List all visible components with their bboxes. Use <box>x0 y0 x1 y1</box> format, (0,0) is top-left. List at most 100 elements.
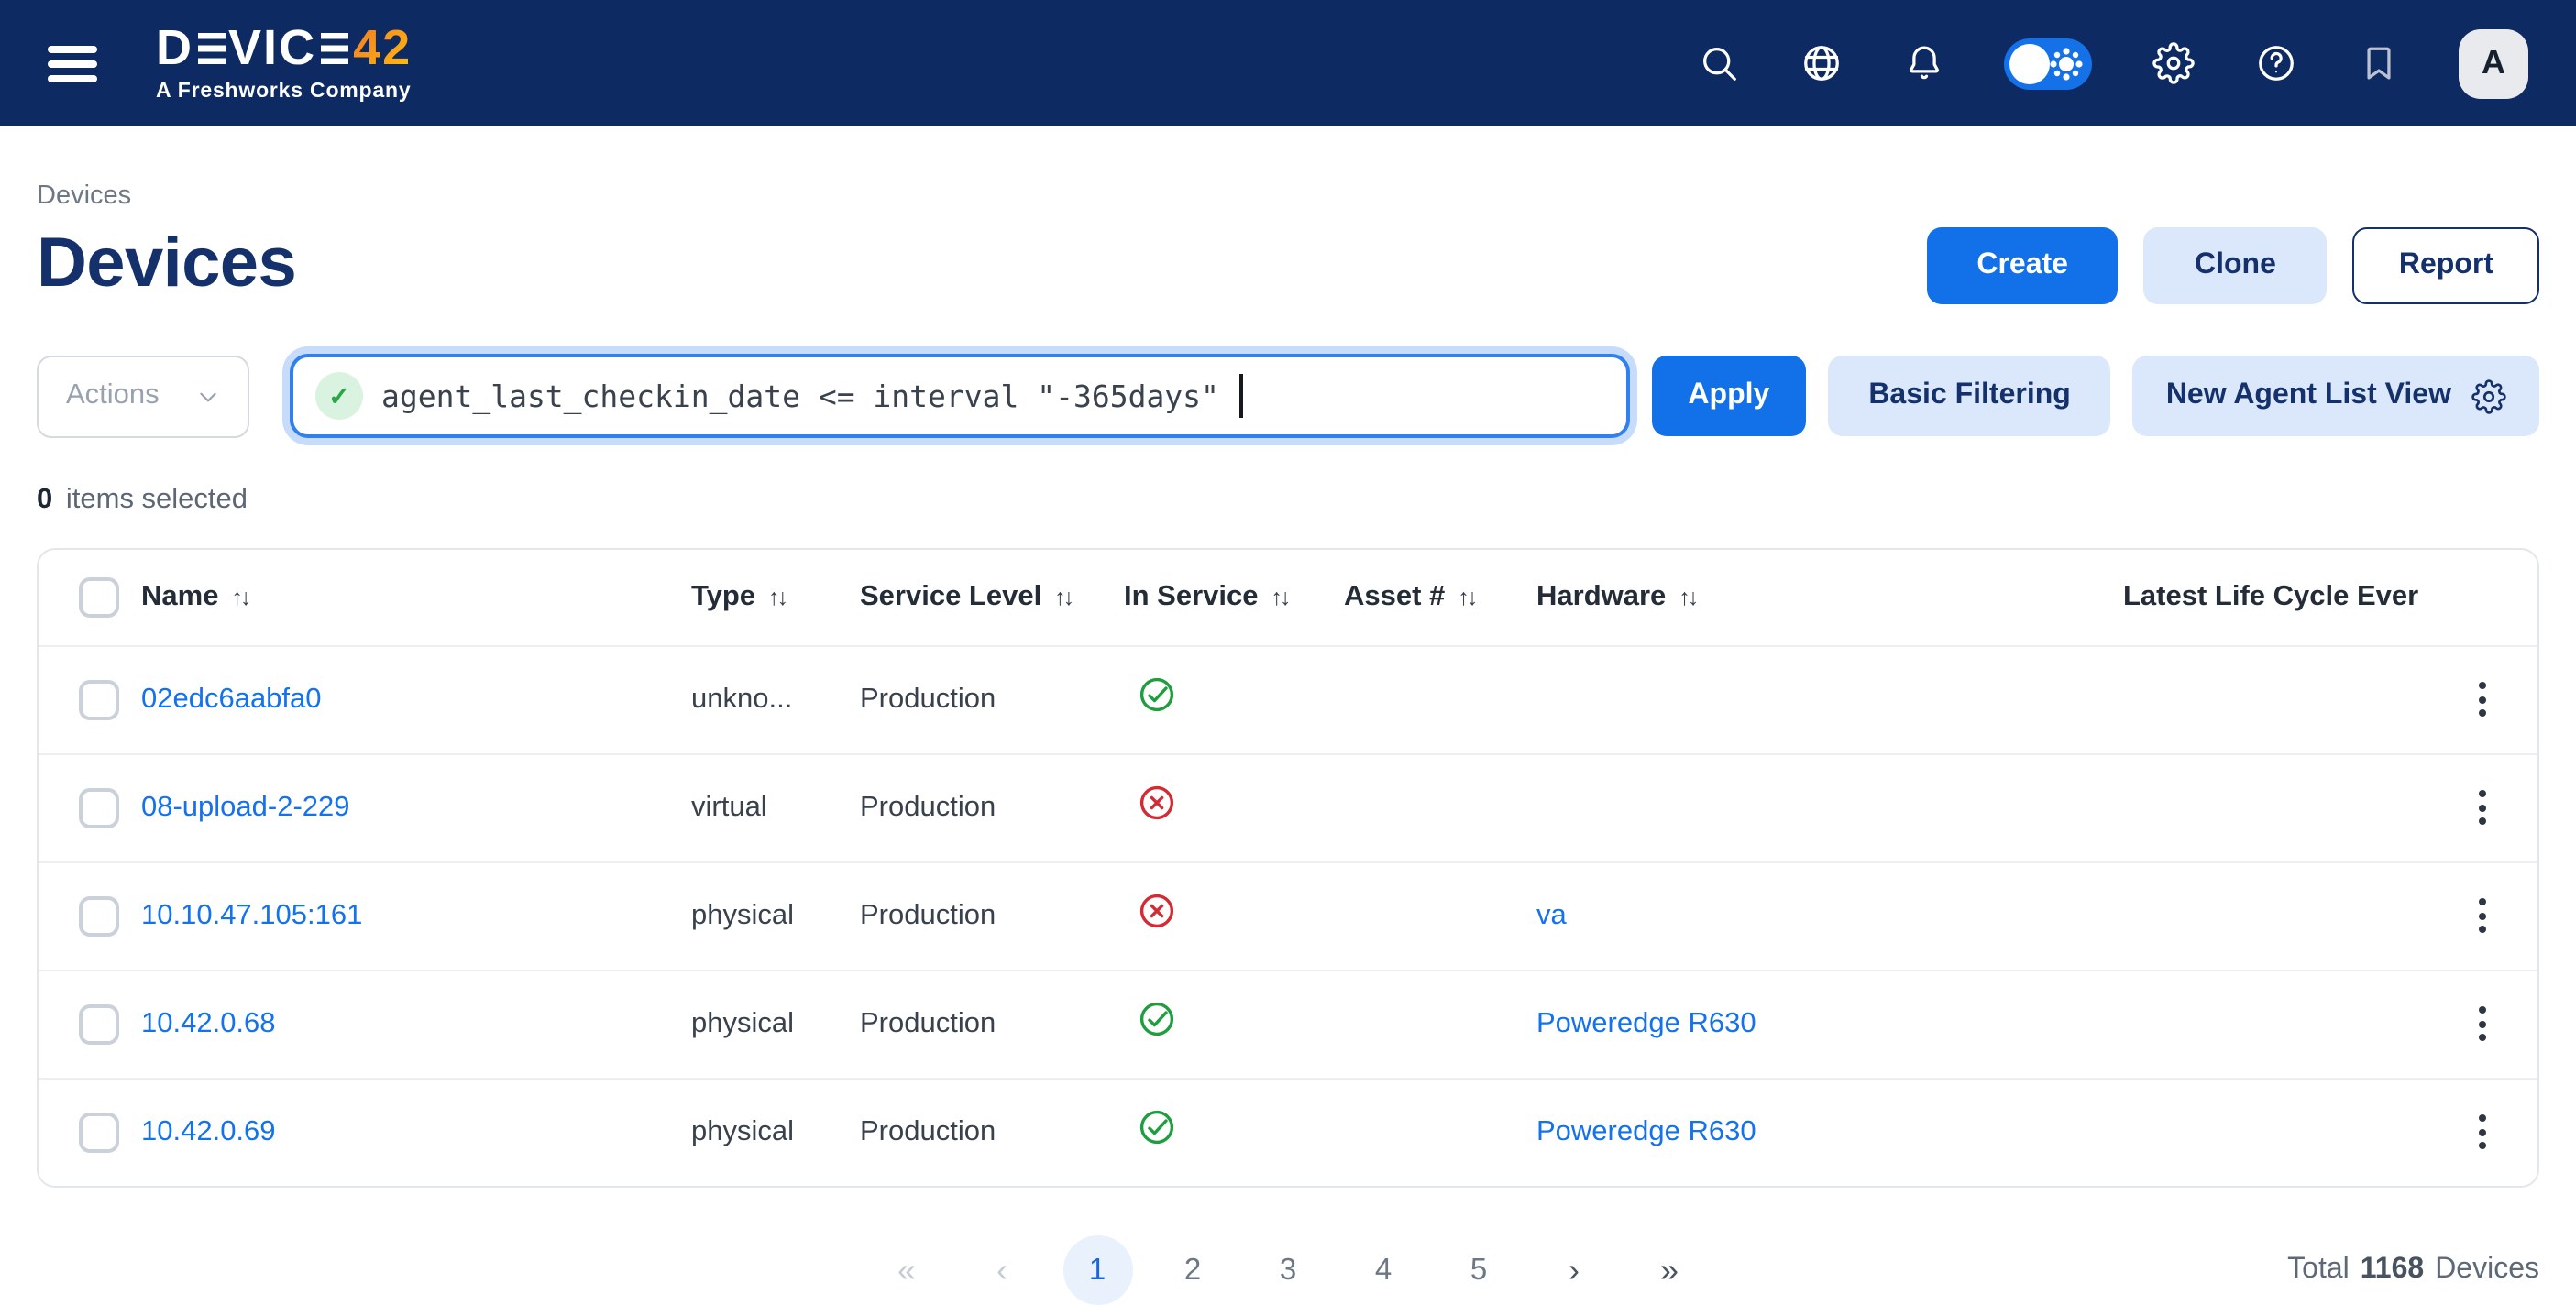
device-type: unkno... <box>691 683 792 714</box>
page-title: Devices <box>37 225 296 304</box>
row-menu-button[interactable] <box>2467 995 2496 1052</box>
sort-icon: ↑↓ <box>1271 585 1289 610</box>
new-agent-list-view-button[interactable]: New Agent List View <box>2133 356 2539 436</box>
pagination-page-1[interactable]: 1 <box>1062 1235 1132 1305</box>
breadcrumb[interactable]: Devices <box>37 181 131 211</box>
row-checkbox[interactable] <box>79 787 119 828</box>
report-button[interactable]: Report <box>2353 226 2539 303</box>
service-level: Production <box>860 791 996 822</box>
theme-toggle[interactable] <box>2004 38 2092 89</box>
pagination-prev[interactable]: ‹ <box>967 1235 1037 1305</box>
column-header-name[interactable]: Name↑↓ <box>141 550 691 645</box>
devices-table: Name↑↓ Type↑↓ Service Level↑↓ In Service… <box>37 548 2539 1188</box>
help-icon[interactable] <box>2253 41 2297 85</box>
selection-count: 0 <box>37 484 52 515</box>
apply-button[interactable]: Apply <box>1651 356 1806 436</box>
device-name-link[interactable]: 02edc6aabfa0 <box>141 683 322 714</box>
column-header-hardware[interactable]: Hardware↑↓ <box>1536 550 2123 645</box>
device-type: virtual <box>691 791 767 822</box>
actions-dropdown-label: Actions <box>66 379 160 412</box>
device-name-link[interactable]: 08-upload-2-229 <box>141 791 350 822</box>
table-row: 10.42.0.69 physical Production Poweredge… <box>39 1078 2537 1186</box>
selection-label: items selected <box>66 484 248 515</box>
pagination-next[interactable]: › <box>1539 1235 1609 1305</box>
row-menu-button[interactable] <box>2467 1104 2496 1161</box>
table-row: 10.42.0.68 physical Production Poweredge… <box>39 970 2537 1078</box>
service-level: Production <box>860 899 996 930</box>
sort-icon: ↑↓ <box>1679 585 1696 610</box>
pagination-page-5[interactable]: 5 <box>1444 1235 1514 1305</box>
row-checkbox[interactable] <box>79 1003 119 1044</box>
device-type: physical <box>691 899 794 930</box>
device-type: physical <box>691 1116 794 1147</box>
sort-icon: ↑↓ <box>768 585 786 610</box>
device-type: physical <box>691 1007 794 1038</box>
row-checkbox[interactable] <box>79 1113 119 1153</box>
bookmark-icon[interactable] <box>2356 41 2400 85</box>
gear-icon <box>2471 378 2506 413</box>
clone-button[interactable]: Clone <box>2143 226 2328 303</box>
row-checkbox[interactable] <box>79 679 119 719</box>
device42-logo[interactable]: DVIC42 A Freshworks Company <box>156 24 412 103</box>
row-menu-button[interactable] <box>2467 779 2496 836</box>
in-service-status-icon <box>1124 891 1177 931</box>
text-cursor <box>1239 374 1243 418</box>
pagination-page-4[interactable]: 4 <box>1349 1235 1418 1305</box>
pagination-last[interactable]: » <box>1635 1235 1704 1305</box>
sort-icon: ↑↓ <box>1054 585 1072 610</box>
pagination-first[interactable]: « <box>872 1235 941 1305</box>
in-service-status-icon <box>1124 674 1177 715</box>
device-name-link[interactable]: 10.42.0.69 <box>141 1116 276 1147</box>
globe-icon[interactable] <box>1799 41 1843 85</box>
sort-icon: ↑↓ <box>231 585 248 610</box>
total-devices: Total 1168 Devices <box>2287 1254 2539 1287</box>
service-level: Production <box>860 683 996 714</box>
hardware-link[interactable]: va <box>1536 899 1567 930</box>
logo-wordmark: DVIC42 <box>156 24 412 73</box>
create-button[interactable]: Create <box>1927 226 2118 303</box>
device-name-link[interactable]: 10.10.47.105:161 <box>141 899 362 930</box>
column-header-type[interactable]: Type↑↓ <box>691 550 860 645</box>
service-level: Production <box>860 1007 996 1038</box>
select-all-checkbox[interactable] <box>79 577 119 618</box>
service-level: Production <box>860 1116 996 1147</box>
table-row: 10.10.47.105:161 physical Production va <box>39 861 2537 970</box>
chevron-down-icon <box>196 384 220 408</box>
in-service-status-icon <box>1124 999 1177 1039</box>
pagination-page-2[interactable]: 2 <box>1158 1235 1227 1305</box>
actions-dropdown[interactable]: Actions <box>37 355 249 437</box>
pagination: « ‹ 1 2 3 4 5 › » <box>872 1235 1704 1305</box>
notifications-icon[interactable] <box>1901 41 1945 85</box>
sun-icon <box>2059 56 2074 71</box>
filter-query-input[interactable]: ✓ agent_last_checkin_date <= interval "-… <box>290 354 1629 438</box>
settings-icon[interactable] <box>2151 41 2195 85</box>
new-agent-list-view-label: New Agent List View <box>2166 379 2451 412</box>
avatar[interactable]: A <box>2459 28 2528 98</box>
sort-icon: ↑↓ <box>1458 585 1475 610</box>
table-header-row: Name↑↓ Type↑↓ Service Level↑↓ In Service… <box>39 550 2537 645</box>
menu-icon[interactable] <box>44 38 101 89</box>
hardware-link[interactable]: Poweredge R630 <box>1536 1007 1756 1038</box>
column-header-service-level[interactable]: Service Level↑↓ <box>860 550 1124 645</box>
top-navbar: DVIC42 A Freshworks Company <box>0 0 2576 126</box>
row-menu-button[interactable] <box>2467 887 2496 944</box>
device-name-link[interactable]: 10.42.0.68 <box>141 1007 276 1038</box>
logo-tagline: A Freshworks Company <box>156 81 412 103</box>
toggle-knob <box>2009 43 2050 83</box>
pagination-page-3[interactable]: 3 <box>1253 1235 1323 1305</box>
table-row: 02edc6aabfa0 unkno... Production <box>39 645 2537 753</box>
row-menu-button[interactable] <box>2467 671 2496 728</box>
column-header-in-service[interactable]: In Service↑↓ <box>1124 550 1344 645</box>
table-row: 08-upload-2-229 virtual Production <box>39 753 2537 861</box>
in-service-status-icon <box>1124 1108 1177 1148</box>
search-icon[interactable] <box>1696 41 1740 85</box>
column-header-latest-life-cycle: Latest Life Cycle Ever <box>2123 550 2426 645</box>
hardware-link[interactable]: Poweredge R630 <box>1536 1116 1756 1147</box>
selection-summary: 0 items selected <box>37 484 2539 517</box>
in-service-status-icon <box>1124 783 1177 823</box>
basic-filtering-button[interactable]: Basic Filtering <box>1828 356 2111 436</box>
row-checkbox[interactable] <box>79 895 119 936</box>
filter-query-text: agent_last_checkin_date <= interval "-36… <box>381 378 1219 413</box>
filter-valid-icon: ✓ <box>315 372 363 420</box>
column-header-asset[interactable]: Asset #↑↓ <box>1344 550 1536 645</box>
